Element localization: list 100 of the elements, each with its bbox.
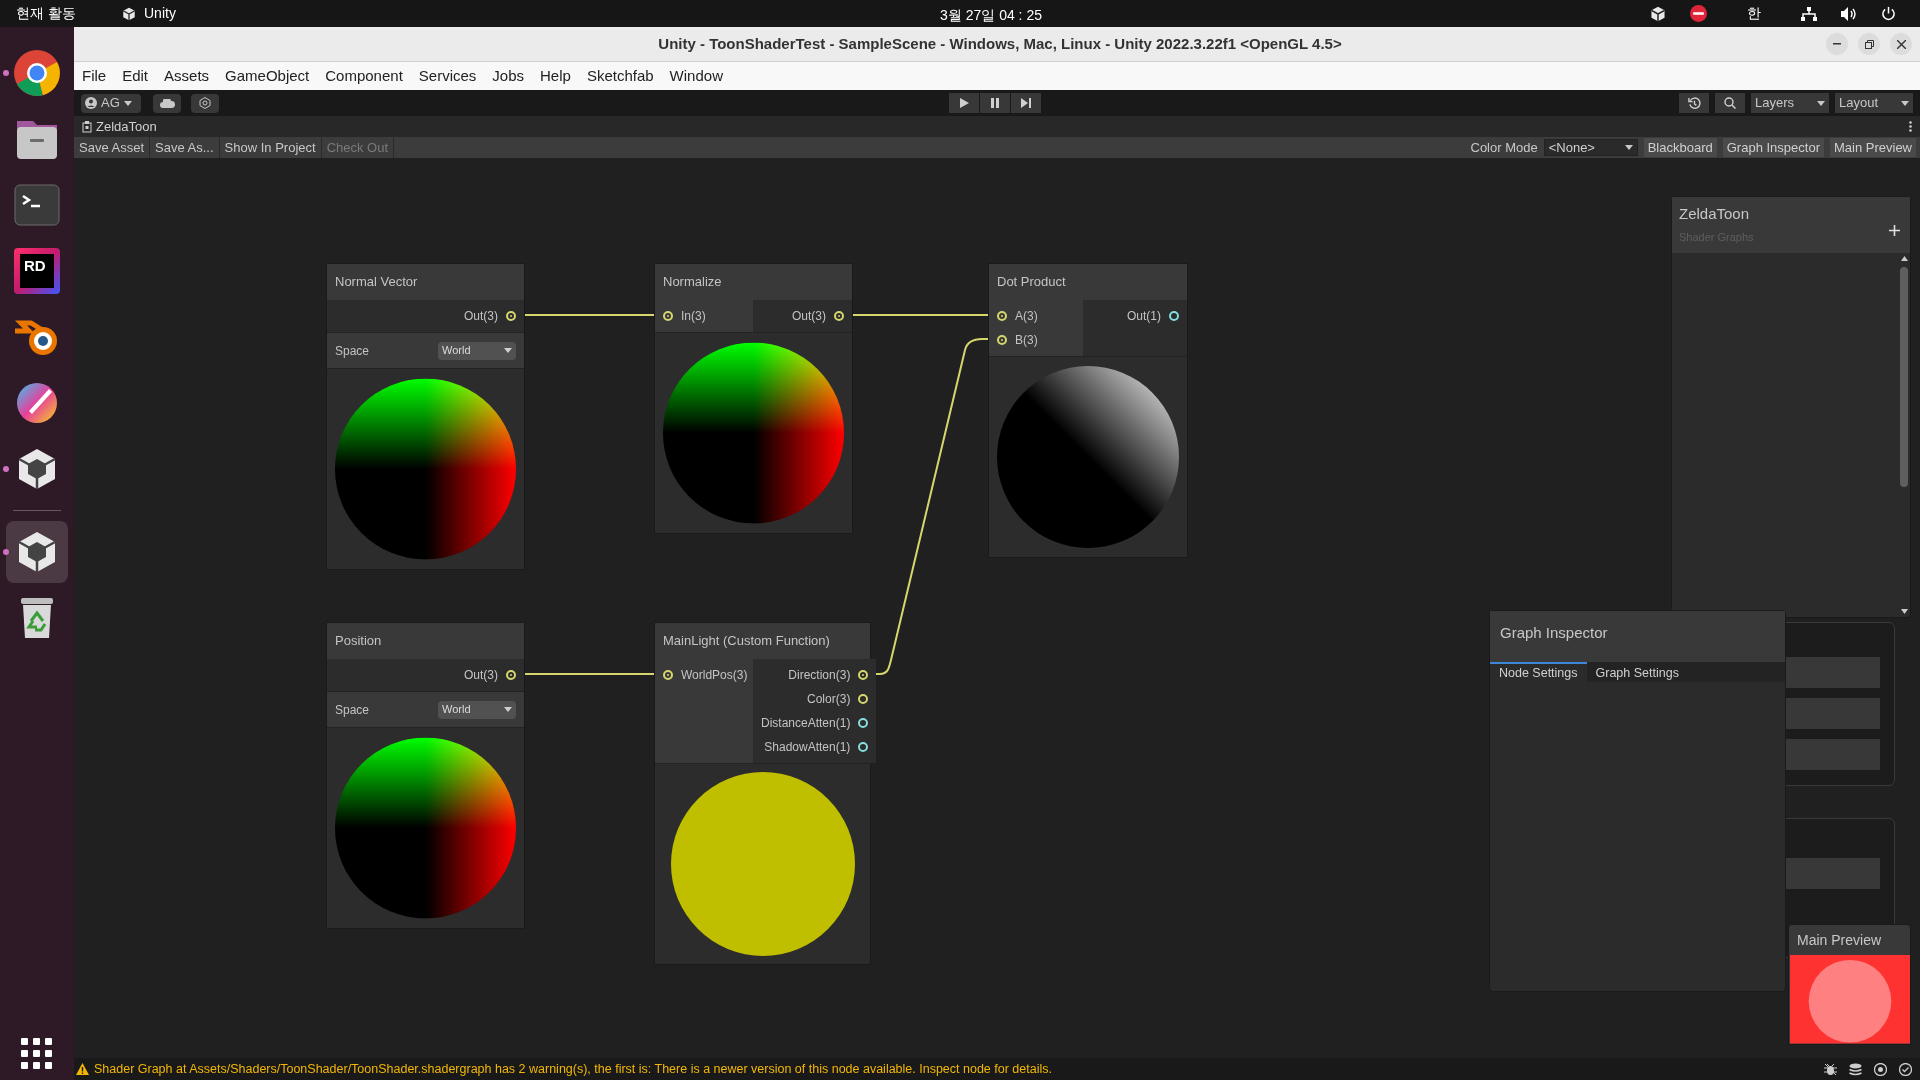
node-title: MainLight (Custom Function) xyxy=(655,623,870,659)
step-button[interactable] xyxy=(1011,93,1041,113)
scroll-down-icon[interactable] xyxy=(1900,609,1908,614)
color-mode-label: Color Mode xyxy=(1470,138,1538,157)
pause-button[interactable] xyxy=(980,93,1010,113)
caret-icon xyxy=(1624,145,1633,150)
menu-item[interactable]: Services xyxy=(418,64,477,88)
add-icon[interactable] xyxy=(1889,225,1900,236)
port-label: A(3) xyxy=(1015,308,1038,325)
network-icon[interactable] xyxy=(1801,6,1817,21)
scrollbar[interactable] xyxy=(1898,253,1910,617)
port-label: WorldPos(3) xyxy=(681,667,748,684)
step-icon xyxy=(1021,98,1031,108)
activities-label[interactable]: 현재 활동 xyxy=(16,3,106,24)
paint-icon[interactable] xyxy=(15,381,59,425)
caret-icon xyxy=(504,707,512,712)
trash-icon[interactable] xyxy=(18,596,56,640)
node-title: Position xyxy=(327,623,524,659)
menu-item[interactable]: Jobs xyxy=(492,64,525,88)
caret-icon xyxy=(123,100,132,106)
port-label: Out(1) xyxy=(1127,308,1161,325)
layers-dropdown[interactable]: Layers xyxy=(1751,93,1829,113)
selected-dock-item[interactable] xyxy=(6,521,68,583)
space-dropdown[interactable]: World xyxy=(438,341,516,360)
node-title: Normal Vector xyxy=(327,264,524,300)
menu-item[interactable]: Help xyxy=(540,64,571,88)
menu-item[interactable]: File xyxy=(82,64,107,88)
scroll-thumb[interactable] xyxy=(1900,267,1908,487)
play-button[interactable] xyxy=(949,93,979,113)
caret-icon xyxy=(1817,100,1825,106)
search-button[interactable] xyxy=(1715,93,1745,113)
main-preview-title: Main Preview xyxy=(1796,930,1883,950)
graph-inspector-title: Graph Inspector xyxy=(1500,624,1608,641)
panel-toggle-button[interactable]: Graph Inspector xyxy=(1722,138,1824,157)
caret-icon xyxy=(504,348,512,353)
shield-icon[interactable] xyxy=(1874,1062,1887,1076)
menu-item[interactable]: GameObject xyxy=(225,64,310,88)
inspector-tab[interactable]: Node Settings xyxy=(1490,662,1587,682)
status-message: Shader Graph at Assets/Shaders/ToonShader/ToonShader.shadergraph has 2 warning(s), the first is: There is a newer version of this node available. Inspect node for details. xyxy=(94,1060,1052,1078)
node-card[interactable]: Normal Vector Out(3) Space World xyxy=(326,263,525,570)
minimize-button[interactable] xyxy=(1826,33,1848,55)
cube-icon[interactable] xyxy=(17,447,57,491)
menu-item[interactable]: Component xyxy=(325,64,403,88)
stack-icon[interactable] xyxy=(1849,1062,1862,1076)
caret-icon xyxy=(1901,100,1909,106)
space-dropdown[interactable]: World xyxy=(438,700,516,719)
blackboard-title: ZeldaToon xyxy=(1679,204,1751,224)
panel-toggle-button[interactable]: Blackboard xyxy=(1643,138,1717,157)
cube-icon[interactable] xyxy=(1650,5,1666,22)
menu-item[interactable]: Assets xyxy=(164,64,210,88)
port-label: Out(3) xyxy=(792,308,826,325)
port-label: DistanceAtten(1) xyxy=(761,715,851,732)
more-options-icon[interactable] xyxy=(1909,121,1912,132)
restore-button[interactable] xyxy=(1858,33,1880,55)
terminal-icon[interactable] xyxy=(14,184,60,226)
clock[interactable]: 3월 27일 04 : 25 xyxy=(940,5,1042,26)
menu-item[interactable]: Sketchfab xyxy=(586,64,654,88)
cloud-icon xyxy=(159,98,175,108)
window-title: Unity - ToonShaderTest - SampleScene - Windows, Mac, Linux - Unity 2022.3.22f1 <OpenGL 4.5> xyxy=(657,33,1343,54)
port-label: In(3) xyxy=(681,308,706,325)
editor-tab-title[interactable]: ZeldaToon xyxy=(96,116,157,137)
panel-toggle-button[interactable]: Main Preview xyxy=(1829,138,1916,157)
node-card[interactable]: Dot Product A(3) B(3) Out(1) xyxy=(988,263,1188,558)
app-name[interactable]: Unity xyxy=(144,3,176,24)
no-entry-icon[interactable] xyxy=(1690,5,1707,22)
search-icon xyxy=(1724,97,1736,109)
history-button[interactable] xyxy=(1679,93,1709,113)
port-label: B(3) xyxy=(1015,332,1038,349)
ide-icon[interactable]: RD xyxy=(14,248,60,294)
port-label: Direction(3) xyxy=(788,667,851,684)
play-icon xyxy=(959,98,969,108)
minimize-icon xyxy=(1833,43,1841,45)
power-icon[interactable] xyxy=(1881,6,1896,21)
pause-icon xyxy=(991,98,999,108)
restore-icon xyxy=(1864,39,1874,49)
menu-item[interactable]: Window xyxy=(669,64,723,88)
logo-text: RD xyxy=(20,254,54,288)
account-button[interactable]: AG xyxy=(81,93,141,113)
close-button[interactable] xyxy=(1890,33,1912,55)
cloud-button[interactable] xyxy=(153,93,181,113)
bug-icon[interactable] xyxy=(1824,1062,1837,1076)
account-icon xyxy=(85,97,97,109)
node-card[interactable]: Normalize In(3) Out(3) xyxy=(654,263,853,534)
menu-item[interactable]: Edit xyxy=(122,64,149,88)
layout-dropdown[interactable]: Layout xyxy=(1835,93,1913,113)
cube-icon[interactable] xyxy=(17,530,57,574)
port-label: Out(3) xyxy=(464,667,498,684)
input-method-indicator[interactable]: 한 xyxy=(1731,3,1777,24)
node-title: Normalize xyxy=(655,264,852,300)
history-icon xyxy=(1687,96,1701,110)
app-grid-icon[interactable] xyxy=(21,1038,53,1070)
node-card[interactable]: Position Out(3) Space World xyxy=(326,622,525,929)
services-button[interactable] xyxy=(191,93,219,113)
browser-icon[interactable] xyxy=(13,49,61,97)
port-label: ShadowAtten(1) xyxy=(764,739,851,756)
color-mode-dropdown[interactable]: <None> xyxy=(1543,139,1638,156)
shader-graph-icon xyxy=(82,120,92,133)
volume-icon[interactable] xyxy=(1841,6,1857,21)
scroll-up-icon[interactable] xyxy=(1900,256,1908,261)
port-label: Color(3) xyxy=(807,691,851,708)
